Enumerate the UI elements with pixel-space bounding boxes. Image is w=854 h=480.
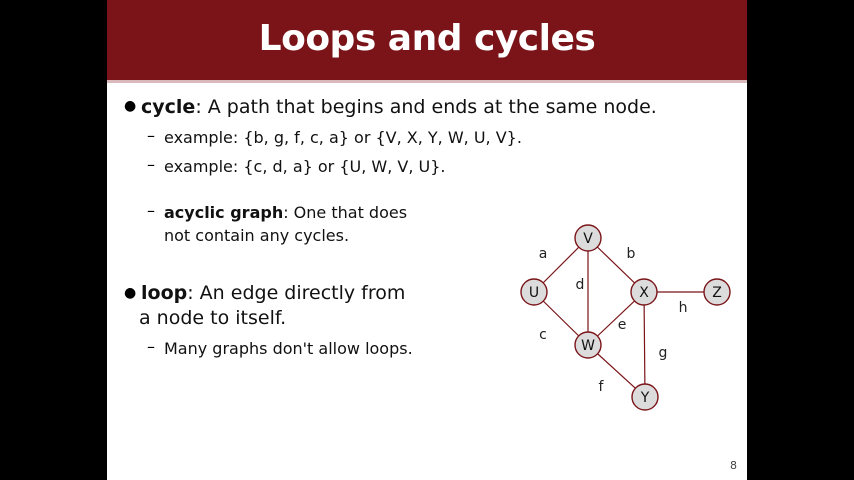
node-label-u: U: [529, 285, 539, 301]
edge-label-f: f: [599, 379, 605, 395]
edge-g: [643, 291, 646, 398]
node-label-w: W: [581, 338, 595, 354]
edge-label-b: b: [627, 246, 636, 262]
slide: Loops and cycles ● cycle: A path that be…: [107, 0, 747, 480]
edge-label-g: g: [659, 345, 668, 361]
page-number: 8: [730, 459, 737, 472]
edge-label-h: h: [679, 300, 688, 316]
edge-label-e: e: [618, 317, 627, 333]
graph-diagram: a b c d e f g h V U X Z W Y: [520, 224, 731, 411]
node-label-x: X: [639, 285, 649, 301]
node-label-z: Z: [712, 285, 722, 301]
node-label-v: V: [583, 231, 593, 247]
edge-label-a: a: [539, 246, 548, 262]
node-label-y: Y: [640, 390, 650, 406]
edge-label-c: c: [539, 327, 547, 343]
edge-label-d: d: [576, 277, 585, 293]
